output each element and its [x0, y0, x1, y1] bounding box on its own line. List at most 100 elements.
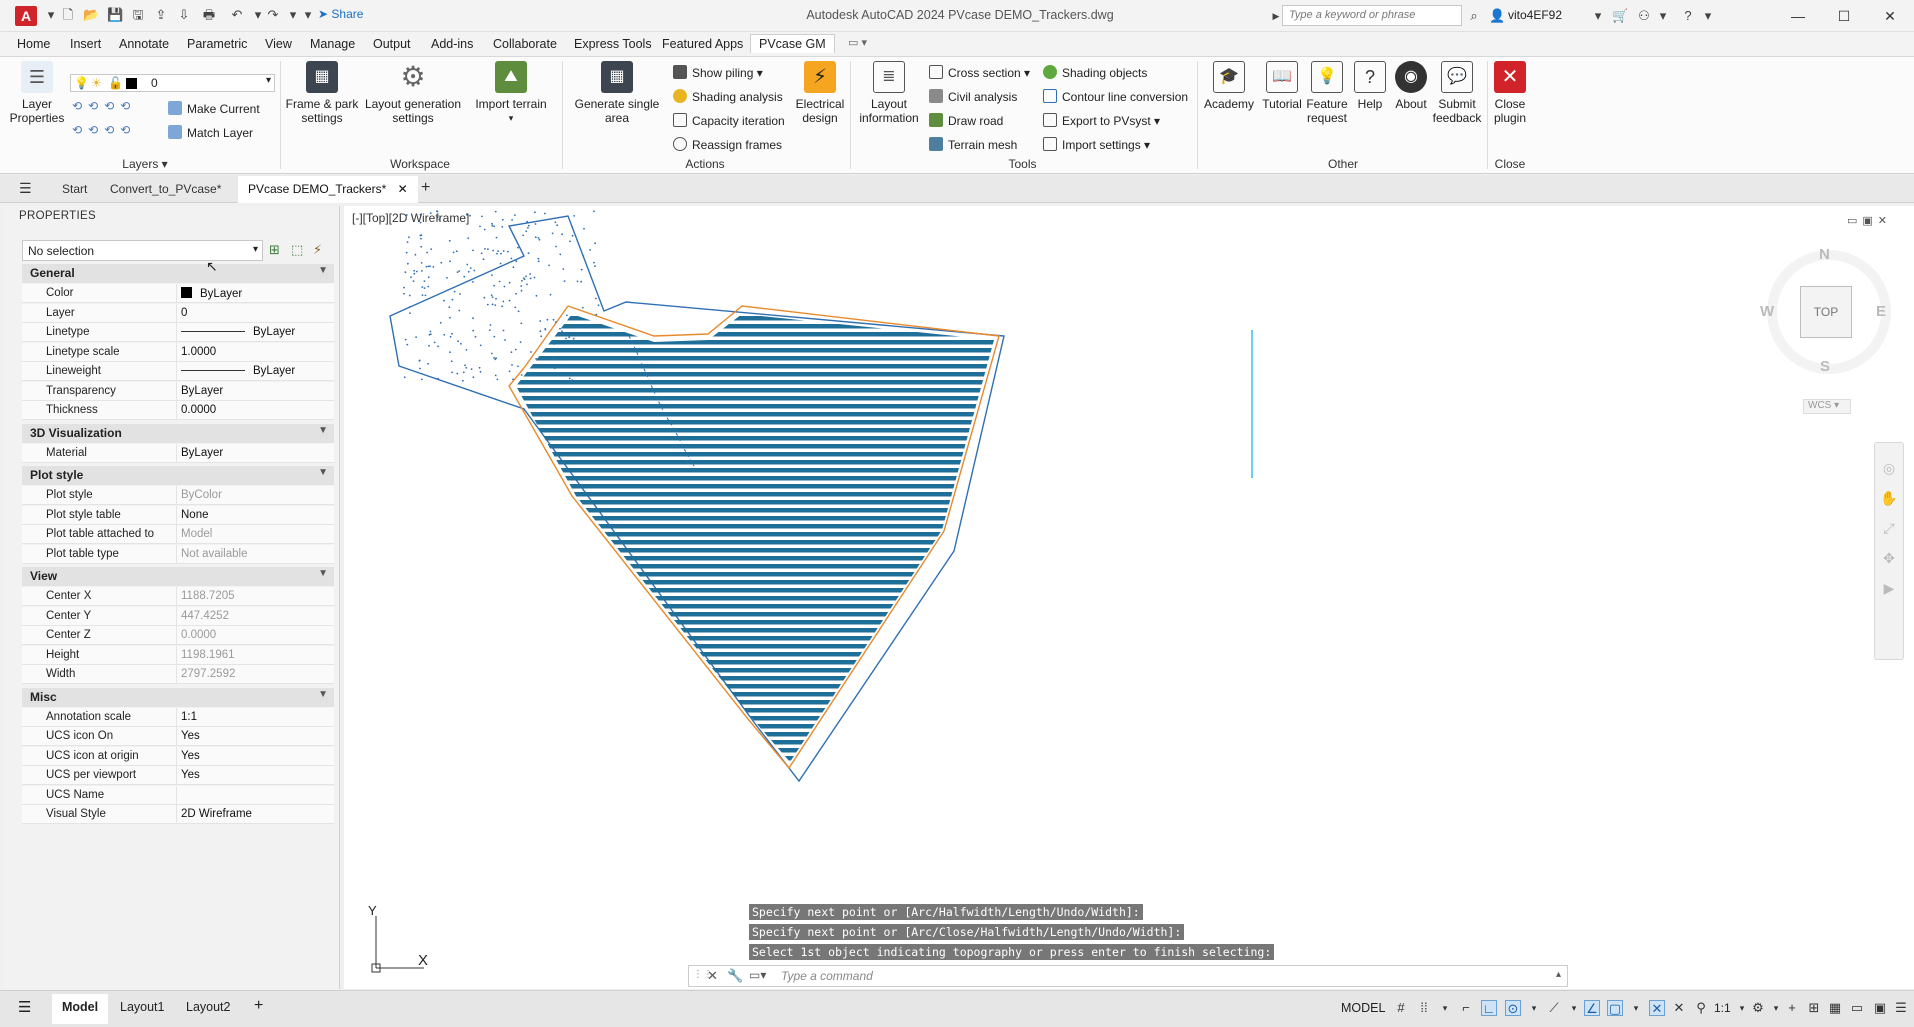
plot-icon[interactable]: 🖶 — [201, 7, 217, 23]
close-plugin-button[interactable]: ✕ Close plugin — [1492, 61, 1528, 125]
property-row[interactable]: Plot style ByColor — [22, 486, 334, 505]
property-value[interactable]: 0 — [176, 303, 328, 323]
export-pvsyst-button[interactable]: Export to PVsyst ▾ — [1043, 112, 1160, 130]
user-dropdown-icon[interactable]: ▾ — [1590, 8, 1606, 24]
match-layer-button[interactable]: Match Layer — [168, 124, 253, 142]
customization-menu-icon[interactable]: ☰ — [1893, 1000, 1909, 1016]
maximize-button[interactable]: ☐ — [1824, 4, 1864, 28]
orbit-icon[interactable]: ✥ — [1875, 543, 1903, 573]
auto-scale-icon[interactable]: ✕ — [1671, 1000, 1687, 1016]
tab-insert[interactable]: Insert — [70, 37, 101, 51]
layout-tab-model[interactable]: Model — [52, 994, 109, 1024]
tab-collaborate[interactable]: Collaborate — [493, 37, 557, 51]
tab-featured-apps[interactable]: Featured Apps — [662, 37, 743, 51]
layer-combo[interactable]: 💡 ☀ 🔓 0 ▾ — [70, 74, 275, 92]
property-section-header[interactable]: Plot style ▼ — [22, 466, 334, 485]
property-value[interactable] — [176, 785, 328, 805]
viewcube-top-face[interactable]: TOP — [1800, 286, 1852, 338]
tutorial-button[interactable]: 📖 Tutorial — [1257, 61, 1307, 111]
save-web-icon[interactable]: ⇩ — [176, 7, 192, 23]
collapse-chevron-icon[interactable]: ▼ — [318, 467, 328, 478]
property-row[interactable]: Center X 1188.7205 — [22, 587, 334, 606]
hardware-acceleration-icon[interactable]: ▣ — [1872, 1000, 1888, 1016]
frame-park-settings-button[interactable]: ▦ Frame & park settings — [284, 61, 360, 125]
property-row[interactable]: Center Z 0.0000 — [22, 626, 334, 645]
layer-tools-row2-icons[interactable]: ⟲⟲⟲⟲ — [72, 123, 162, 141]
reassign-frames-button[interactable]: Reassign frames — [673, 136, 782, 154]
open-web-icon[interactable]: ⇪ — [153, 7, 169, 23]
property-value[interactable]: ByLayer — [176, 443, 328, 463]
annotation-visibility-icon[interactable]: ✕ — [1649, 1000, 1665, 1016]
save-icon[interactable]: 💾 — [107, 7, 123, 23]
civil-analysis-button[interactable]: Civil analysis — [929, 88, 1017, 106]
snap-dropdown-icon[interactable]: ▾ — [1437, 1000, 1453, 1016]
compass-south[interactable]: S — [1820, 358, 1830, 375]
compass-west[interactable]: W — [1760, 303, 1774, 320]
property-value[interactable]: 1198.1961 — [176, 645, 328, 665]
undo-dropdown-icon[interactable]: ▾ — [250, 7, 266, 23]
property-row[interactable]: Height 1198.1961 — [22, 645, 334, 665]
tab-view[interactable]: View — [265, 37, 292, 51]
save-as-icon[interactable]: 🖫 — [130, 7, 146, 23]
showmotion-icon[interactable]: ▶ — [1875, 573, 1903, 603]
property-row[interactable]: Annotation scale 1:1 — [22, 707, 334, 727]
property-value[interactable]: 2797.2592 — [176, 665, 328, 684]
object-snap-tracking-icon[interactable]: ∠ — [1584, 1000, 1600, 1016]
connect-icon[interactable]: ⚇ — [1636, 8, 1652, 24]
property-value[interactable]: 1:1 — [176, 707, 328, 727]
minimize-button[interactable]: — — [1778, 4, 1818, 28]
navigation-bar[interactable]: ◎ ✋ ⤢ ✥ ▶ — [1874, 442, 1904, 660]
isodraft-icon[interactable]: ⟋ — [1546, 1000, 1562, 1016]
customize-command-icon[interactable]: 🔧 — [727, 968, 743, 984]
annotation-scale-icon[interactable]: ⚲ — [1693, 1000, 1709, 1016]
property-row[interactable]: Transparency ByLayer — [22, 381, 334, 401]
snap-icon[interactable]: ⁞⁞ — [1416, 1000, 1432, 1016]
infer-constraints-icon[interactable]: ⌐ — [1458, 1000, 1474, 1016]
pan-icon[interactable]: ✋ — [1875, 483, 1903, 513]
property-section-header[interactable]: Misc ▼ — [22, 687, 334, 707]
help-icon[interactable]: ? — [1680, 8, 1696, 24]
polar-tracking-icon[interactable]: ⊙ — [1505, 1000, 1521, 1016]
property-row[interactable]: Visual Style 2D Wireframe — [22, 805, 334, 824]
property-value[interactable]: Yes — [176, 766, 328, 785]
new-tab-button[interactable]: + — [421, 179, 430, 197]
academy-button[interactable]: 🎓 Academy — [1202, 61, 1256, 111]
model-space-toggle[interactable]: MODEL — [1341, 1001, 1385, 1015]
file-tab-start[interactable]: Start — [62, 182, 87, 196]
tab-annotate[interactable]: Annotate — [119, 37, 169, 51]
property-section-header[interactable]: 3D Visualization ▼ — [22, 423, 334, 443]
layout-tab-layout2[interactable]: Layout2 — [186, 1000, 230, 1014]
property-row[interactable]: UCS per viewport Yes — [22, 766, 334, 785]
qat-customize-icon[interactable]: ▾ — [300, 7, 316, 23]
new-layout-button[interactable]: + — [254, 997, 263, 1015]
property-value[interactable]: ByColor — [176, 486, 328, 505]
autocad-logo-icon[interactable]: A — [15, 6, 37, 26]
cart-icon[interactable]: 🛒 — [1612, 8, 1628, 24]
make-current-button[interactable]: Make Current — [168, 100, 260, 118]
scale-dropdown-icon[interactable]: ▾ — [1734, 1000, 1750, 1016]
property-row[interactable]: Width 2797.2592 — [22, 665, 334, 684]
property-row[interactable]: Thickness 0.0000 — [22, 401, 334, 420]
isolate-objects-icon[interactable]: ▭ — [1849, 1000, 1865, 1016]
tab-pvcase-gm[interactable]: PVcase GM — [750, 34, 835, 53]
layout-tab-layout1[interactable]: Layout1 — [120, 1000, 164, 1014]
workspace-dropdown-icon[interactable]: ▾ — [1768, 1000, 1784, 1016]
collapse-chevron-icon[interactable]: ▼ — [318, 265, 328, 276]
toggle-pickadd-icon[interactable]: ⊞ — [269, 242, 285, 258]
property-value[interactable]: 1.0000 — [176, 342, 328, 362]
drawing-canvas[interactable]: Y X ▭▣✕ ◎ ✋ ⤢ ✥ ▶ — [344, 206, 1914, 989]
polar-dropdown-icon[interactable]: ▾ — [1526, 1000, 1542, 1016]
steering-wheel-icon[interactable]: ◎ — [1875, 453, 1903, 483]
layout-information-button[interactable]: ≣ Layout information — [854, 61, 924, 125]
new-file-icon[interactable]: 🗋 — [60, 7, 76, 23]
ribbon-toggle-icon[interactable]: ▭ ▾ — [848, 36, 867, 49]
close-tab-icon[interactable]: ✕ — [398, 182, 408, 196]
command-input[interactable]: Type a command — [781, 969, 873, 983]
search-input[interactable]: Type a keyword or phrase — [1282, 5, 1462, 26]
layers-panel-title[interactable]: Layers ▾ — [110, 157, 180, 171]
annotation-scale-value[interactable]: 1:1 — [1714, 1001, 1731, 1015]
workspace-gear-icon[interactable]: ⚙ — [1750, 1000, 1766, 1016]
import-settings-button[interactable]: Import settings ▾ — [1043, 136, 1150, 154]
wcs-menu[interactable]: WCS ▾ — [1803, 399, 1851, 414]
property-row[interactable]: Plot table attached to Model — [22, 525, 334, 544]
